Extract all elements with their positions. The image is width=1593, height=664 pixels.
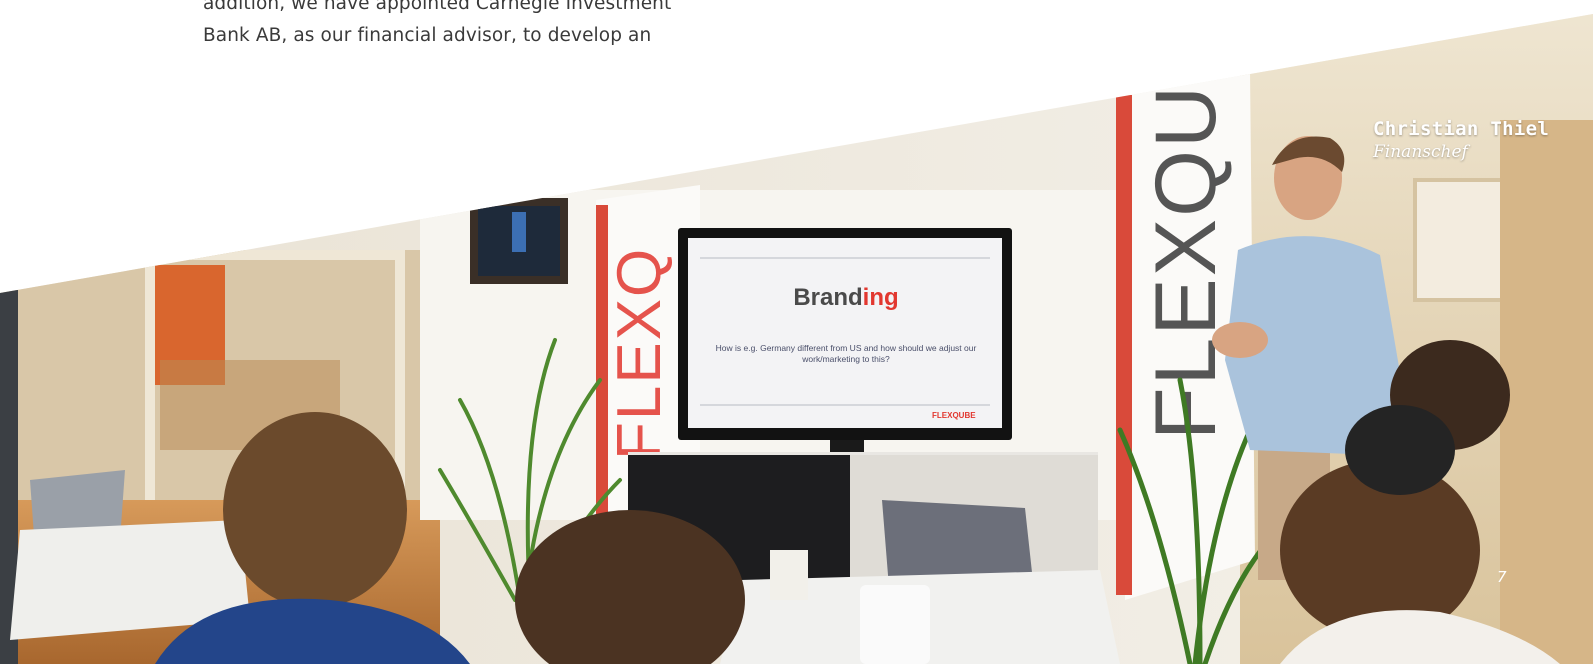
left-banner-text: FLEXQ (605, 247, 674, 460)
right-banner-text: FLEXQUB (1138, 25, 1234, 440)
caption-name: Christian Thiel (1373, 118, 1550, 140)
screen-subtitle: How is e.g. Germany different from US an… (715, 343, 977, 364)
body-line-2: Bank AB, as our financial advisor, to de… (203, 25, 652, 46)
body-text-fragment: addition, we have appointed Carnegie Inv… (203, 0, 763, 52)
team-photo: FLEXQ FLEXQUB Branding How is e.g. Germa… (0, 14, 1593, 664)
caption-role: Finanschef (1373, 142, 1468, 162)
page-number: 7 (1497, 568, 1507, 586)
photo-illustration: FLEXQ FLEXQUB (0, 14, 1593, 664)
screen-title-part1: Brand (793, 284, 863, 311)
screen-title-part2: ing (862, 284, 899, 311)
body-line-1: addition, we have appointed Carnegie Inv… (203, 0, 672, 14)
screen-logo: FLEXQUBE (932, 411, 976, 420)
screen-title: Branding (690, 284, 1002, 312)
photo-caption: Christian Thiel Finanschef (1373, 118, 1549, 162)
